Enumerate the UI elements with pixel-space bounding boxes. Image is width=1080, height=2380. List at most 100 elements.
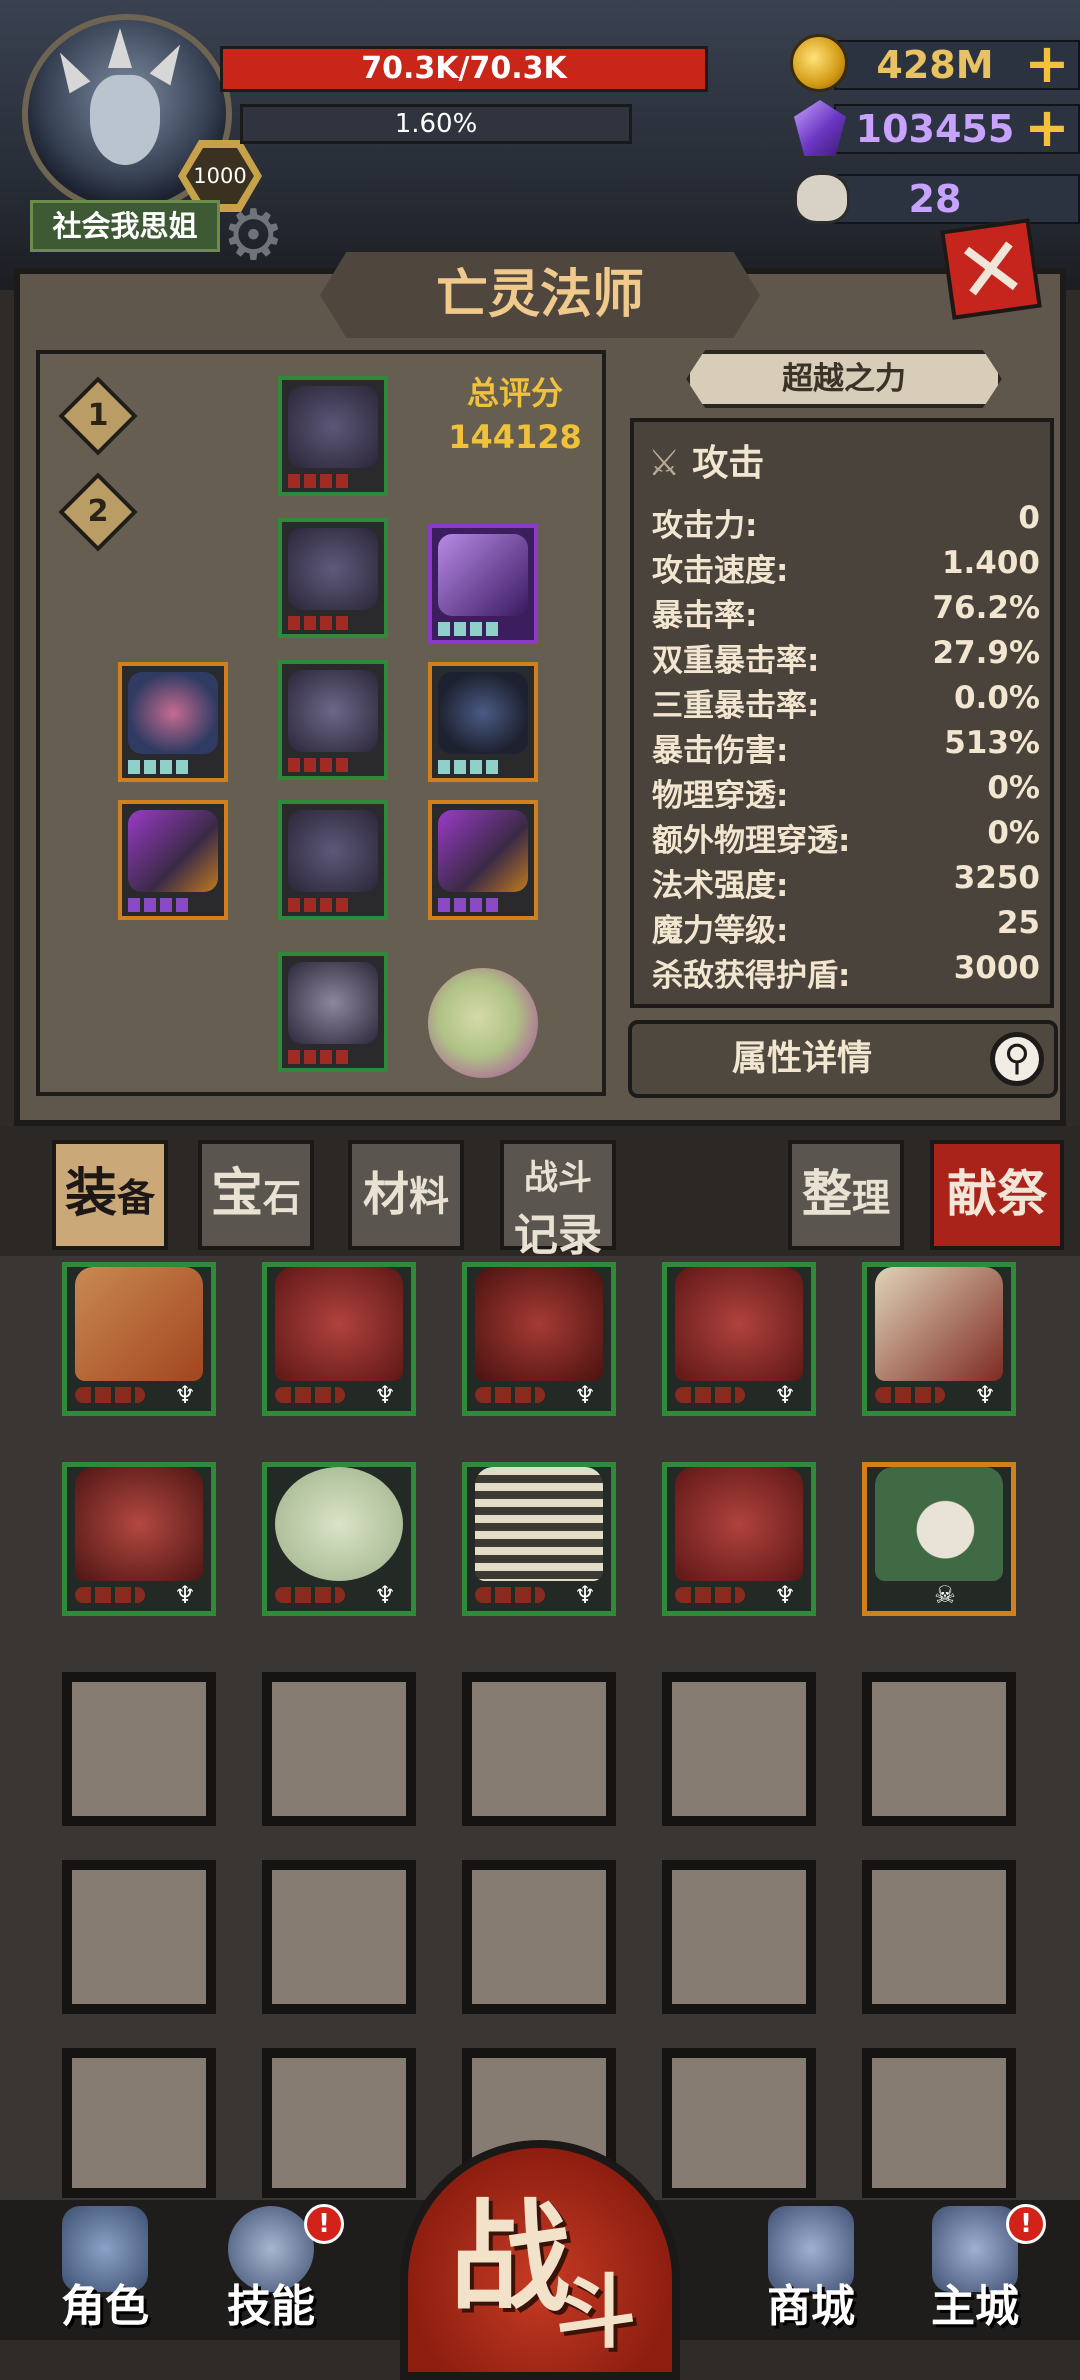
tab-sacrifice[interactable]: 献祭 — [930, 1140, 1064, 1250]
inventory-item-bone-cloak[interactable]: ♆ — [862, 1262, 1016, 1416]
tab-sacrifice-label: 献祭 — [947, 1165, 1047, 1223]
attribute-details-button[interactable]: 属性详情 ⚲ — [628, 1020, 1058, 1098]
stat-row: 攻击速度: 1.400 — [652, 545, 1040, 589]
gold-value: 428M — [876, 43, 994, 87]
inventory-slot-empty[interactable] — [462, 1672, 616, 1826]
stat-row: 魔力等级: 25 — [652, 905, 1040, 949]
demon-mark-icon: ♆ — [774, 1381, 796, 1409]
inventory-slot-empty[interactable] — [862, 2048, 1016, 2198]
tab-battle-log-line2: 记录 — [514, 1210, 602, 1261]
tab-materials-char1: 材 — [363, 1167, 409, 1221]
transcendence-button[interactable]: 超越之力 — [686, 350, 1002, 408]
inventory-slot-empty[interactable] — [62, 1672, 216, 1826]
equip-slot-chest[interactable] — [278, 660, 388, 780]
inventory-slot-empty[interactable] — [62, 2048, 216, 2198]
inventory-slot-empty[interactable] — [262, 1860, 416, 2014]
demon-mark-icon: ♆ — [574, 1581, 596, 1609]
inventory-slot-empty[interactable] — [262, 1672, 416, 1826]
equip-slot-boots[interactable] — [278, 952, 388, 1072]
stat-value: 0 — [1018, 500, 1040, 536]
gold-resource: 428M + — [790, 34, 1080, 94]
inventory-item-cape[interactable]: ♆ — [62, 1262, 216, 1416]
nav-shop[interactable]: 商城 — [736, 2200, 886, 2340]
set-tab-1-label: 1 — [87, 398, 109, 433]
score-label: 总评分 — [466, 374, 563, 412]
stat-label: 攻击力: — [652, 508, 758, 544]
tab-materials[interactable]: 材料 — [348, 1140, 464, 1250]
stat-row: 三重暴击率: 0.0% — [652, 680, 1040, 724]
demon-mark-icon: ♆ — [374, 1581, 396, 1609]
stat-label: 魔力等级: — [652, 913, 789, 949]
close-button[interactable]: ✕ — [940, 217, 1042, 323]
demon-mark-icon: ♆ — [174, 1581, 196, 1609]
tab-gems-char1: 宝 — [210, 1164, 263, 1224]
stat-value: 3000 — [953, 950, 1040, 986]
inventory-item-helm-2[interactable]: ♆ — [662, 1262, 816, 1416]
settings-gear-icon[interactable]: ⚙ — [222, 200, 285, 270]
add-gold-button[interactable]: + — [1022, 34, 1072, 94]
stat-row: 额外物理穿透: 0% — [652, 815, 1040, 859]
nav-character[interactable]: 角色 — [30, 2200, 180, 2340]
inventory-slot-empty[interactable] — [862, 1860, 1016, 2014]
stat-value: 0.0% — [954, 680, 1040, 716]
stat-label: 三重暴击率: — [652, 688, 820, 724]
ram-skull-icon — [794, 172, 850, 224]
nav-shop-label: 商城 — [767, 2281, 855, 2332]
wax-seal-icon[interactable] — [428, 968, 538, 1078]
stat-value: 76.2% — [932, 590, 1040, 626]
inventory-slot-empty[interactable] — [62, 1860, 216, 2014]
stat-value: 513% — [944, 725, 1040, 761]
tab-organize-char2: 理 — [851, 1176, 890, 1220]
tab-battle-log[interactable]: 战斗 记录 — [500, 1140, 616, 1261]
stat-label: 法术强度: — [652, 868, 789, 904]
nav-main-city[interactable]: 主城 ! — [900, 2200, 1050, 2340]
tab-organize[interactable]: 整理 — [788, 1140, 904, 1250]
inventory-slot-empty[interactable] — [662, 1860, 816, 2014]
nav-skills-label: 技能 — [227, 2281, 315, 2332]
tab-gems[interactable]: 宝石 — [198, 1140, 314, 1250]
inventory-slot-empty[interactable] — [662, 2048, 816, 2198]
stat-label: 攻击速度: — [652, 553, 789, 589]
tab-organize-char1: 整 — [801, 1165, 852, 1223]
equip-slot-weapon-left[interactable] — [118, 800, 228, 920]
inventory-slot-empty[interactable] — [262, 2048, 416, 2198]
inventory-item-helm-3[interactable]: ♆ — [662, 1462, 816, 1616]
inventory-item-egg[interactable]: ♆ — [262, 1462, 416, 1616]
nav-skills[interactable]: 技能 ! — [196, 2200, 346, 2340]
inventory-item-ribcage[interactable]: ♆ — [462, 1462, 616, 1616]
inventory-item-skull-tome[interactable]: ☠ — [862, 1462, 1016, 1616]
inventory-item-mask[interactable]: ♆ — [462, 1262, 616, 1416]
gem-value: 103455 — [855, 107, 1015, 151]
equip-slot-ring-left[interactable] — [118, 662, 228, 782]
demon-mark-icon: ♆ — [974, 1381, 996, 1409]
stats-panel[interactable]: ⚔ 攻击 攻击力: 0 攻击速度: 1.400 暴击率: 76.2% 双重暴击率: 27.9% 三… — [630, 418, 1054, 1008]
stat-label: 暴击率: — [652, 598, 758, 634]
stat-value: 27.9% — [932, 635, 1040, 671]
stat-row: 物理穿透: 0% — [652, 770, 1040, 814]
equip-slot-helmet[interactable] — [278, 376, 388, 496]
skull-resource: 28 — [790, 168, 1080, 228]
equip-slot-gloves[interactable] — [278, 800, 388, 920]
city-notification-badge: ! — [1006, 2204, 1046, 2244]
demon-mark-icon: ♆ — [574, 1381, 596, 1409]
score-value: 144128 — [448, 418, 582, 456]
add-gem-button[interactable]: + — [1022, 98, 1072, 158]
tab-equipment[interactable]: 装备 — [52, 1140, 168, 1250]
gem-resource: 103455 + — [790, 98, 1080, 158]
equip-slot-amulet[interactable] — [428, 662, 538, 782]
attribute-details-label: 属性详情 — [731, 1039, 872, 1079]
player-name: 社会我思姐 — [30, 200, 220, 252]
stat-row: 攻击力: 0 — [652, 500, 1040, 544]
equip-slot-weapon-right[interactable] — [428, 800, 538, 920]
equip-slot-claw[interactable] — [428, 524, 538, 644]
inventory-item-claw-armor[interactable]: ♆ — [62, 1462, 216, 1616]
inventory-slot-empty[interactable] — [462, 1860, 616, 2014]
inventory-slot-empty[interactable] — [862, 1672, 1016, 1826]
tab-materials-char2: 料 — [409, 1174, 449, 1220]
equip-slot-shoulders[interactable] — [278, 518, 388, 638]
inventory-slot-empty[interactable] — [662, 1672, 816, 1826]
tab-equipment-char2: 备 — [117, 1176, 156, 1220]
inventory-item-helm[interactable]: ♆ — [262, 1262, 416, 1416]
stat-row: 双重暴击率: 27.9% — [652, 635, 1040, 679]
stat-row: 杀敌获得护盾: 3000 — [652, 950, 1040, 994]
